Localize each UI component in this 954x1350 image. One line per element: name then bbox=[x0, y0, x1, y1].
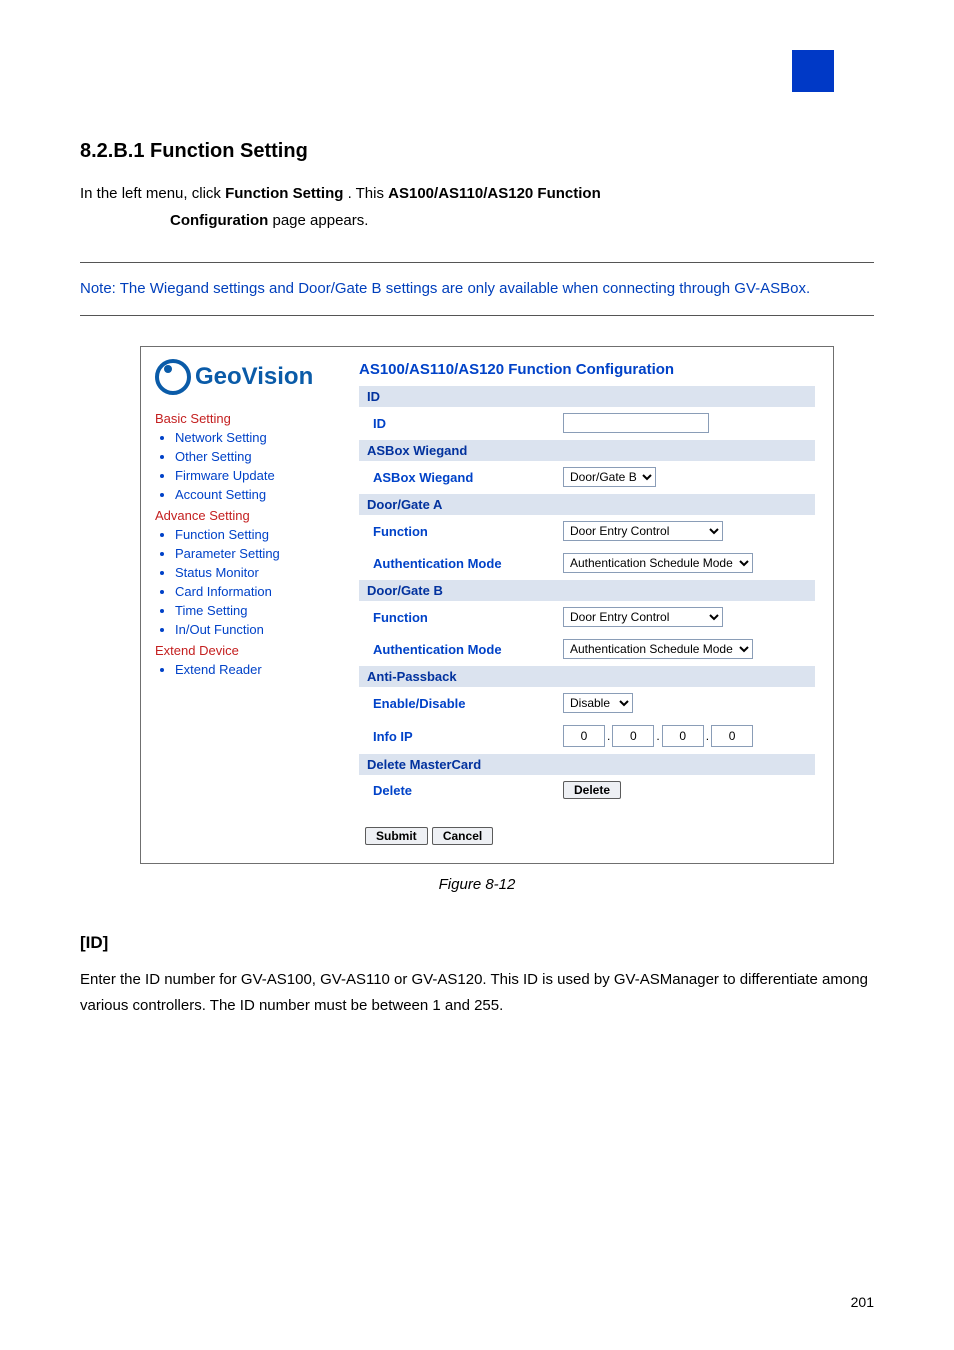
label-delete: Delete bbox=[373, 783, 563, 798]
sidebar-item-status[interactable]: Status Monitor bbox=[175, 565, 345, 580]
band-id: ID bbox=[359, 386, 815, 407]
sidebar-cat-basic: Basic Setting bbox=[155, 411, 345, 426]
figure-label: Figure 8-12 bbox=[80, 876, 874, 893]
label-auth-b: Authentication Mode bbox=[373, 642, 563, 657]
label-enable: Enable/Disable bbox=[373, 696, 563, 711]
label-function-b: Function bbox=[373, 610, 563, 625]
wiegand-select[interactable]: Door/Gate B bbox=[563, 467, 656, 487]
sidebar-item-other[interactable]: Other Setting bbox=[175, 449, 345, 464]
logo-text: GeoVision bbox=[195, 363, 313, 391]
sidebar-item-account[interactable]: Account Setting bbox=[175, 487, 345, 502]
sidebar-item-network[interactable]: Network Setting bbox=[175, 430, 345, 445]
sidebar-cat-extend: Extend Device bbox=[155, 643, 345, 658]
config-main: AS100/AS110/AS120 Function Configuration… bbox=[351, 347, 833, 863]
sidebar-item-time[interactable]: Time Setting bbox=[175, 603, 345, 618]
delete-button[interactable]: Delete bbox=[563, 781, 621, 799]
note-block: Note: The Wiegand settings and Door/Gate… bbox=[80, 263, 874, 316]
anti-passback-select[interactable]: Disable bbox=[563, 693, 633, 713]
intro-line2: Configuration page appears. bbox=[170, 210, 874, 233]
band-gate-a: Door/Gate A bbox=[359, 494, 815, 515]
label-auth-a: Authentication Mode bbox=[373, 556, 563, 571]
sidebar-item-card[interactable]: Card Information bbox=[175, 584, 345, 599]
id-input[interactable] bbox=[563, 413, 709, 433]
label-function-a: Function bbox=[373, 524, 563, 539]
page-number: 201 bbox=[851, 1294, 874, 1310]
submit-button[interactable]: Submit bbox=[365, 827, 428, 845]
sidebar-item-function[interactable]: Function Setting bbox=[175, 527, 345, 542]
sidebar-item-extend-reader[interactable]: Extend Reader bbox=[175, 662, 345, 677]
ip-octet-1[interactable] bbox=[563, 725, 605, 747]
logo-icon bbox=[155, 359, 191, 395]
label-id: ID bbox=[373, 416, 563, 431]
auth-b-select[interactable]: Authentication Schedule Mode bbox=[563, 639, 753, 659]
config-panel: GeoVision Basic Setting Network Setting … bbox=[140, 346, 834, 864]
function-b-select[interactable]: Door Entry Control bbox=[563, 607, 723, 627]
auth-a-select[interactable]: Authentication Schedule Mode bbox=[563, 553, 753, 573]
sidebar-item-parameter[interactable]: Parameter Setting bbox=[175, 546, 345, 561]
section-heading: 8.2.B.1 Function Setting bbox=[80, 140, 874, 163]
ip-octet-2[interactable] bbox=[612, 725, 654, 747]
label-infoip: Info IP bbox=[373, 729, 563, 744]
intro-line: In the left menu, click Function Setting… bbox=[80, 183, 874, 206]
sidebar-cat-advance: Advance Setting bbox=[155, 508, 345, 523]
sidebar-item-firmware[interactable]: Firmware Update bbox=[175, 468, 345, 483]
sub-head-id: [ID] bbox=[80, 933, 874, 953]
sidebar-item-inout[interactable]: In/Out Function bbox=[175, 622, 345, 637]
sidebar: GeoVision Basic Setting Network Setting … bbox=[141, 347, 351, 863]
label-wiegand: ASBox Wiegand bbox=[373, 470, 563, 485]
function-a-select[interactable]: Door Entry Control bbox=[563, 521, 723, 541]
body-para: Enter the ID number for GV-AS100, GV-AS1… bbox=[80, 967, 874, 1018]
page-title: AS100/AS110/AS120 Function Configuration bbox=[359, 361, 815, 378]
logo: GeoVision bbox=[155, 359, 345, 395]
band-anti-passback: Anti-Passback bbox=[359, 666, 815, 687]
chapter-marker: 8 bbox=[792, 50, 834, 92]
band-delete-master: Delete MasterCard bbox=[359, 754, 815, 775]
band-gate-b: Door/Gate B bbox=[359, 580, 815, 601]
ip-octet-3[interactable] bbox=[662, 725, 704, 747]
ip-octet-4[interactable] bbox=[711, 725, 753, 747]
band-wiegand: ASBox Wiegand bbox=[359, 440, 815, 461]
cancel-button[interactable]: Cancel bbox=[432, 827, 493, 845]
